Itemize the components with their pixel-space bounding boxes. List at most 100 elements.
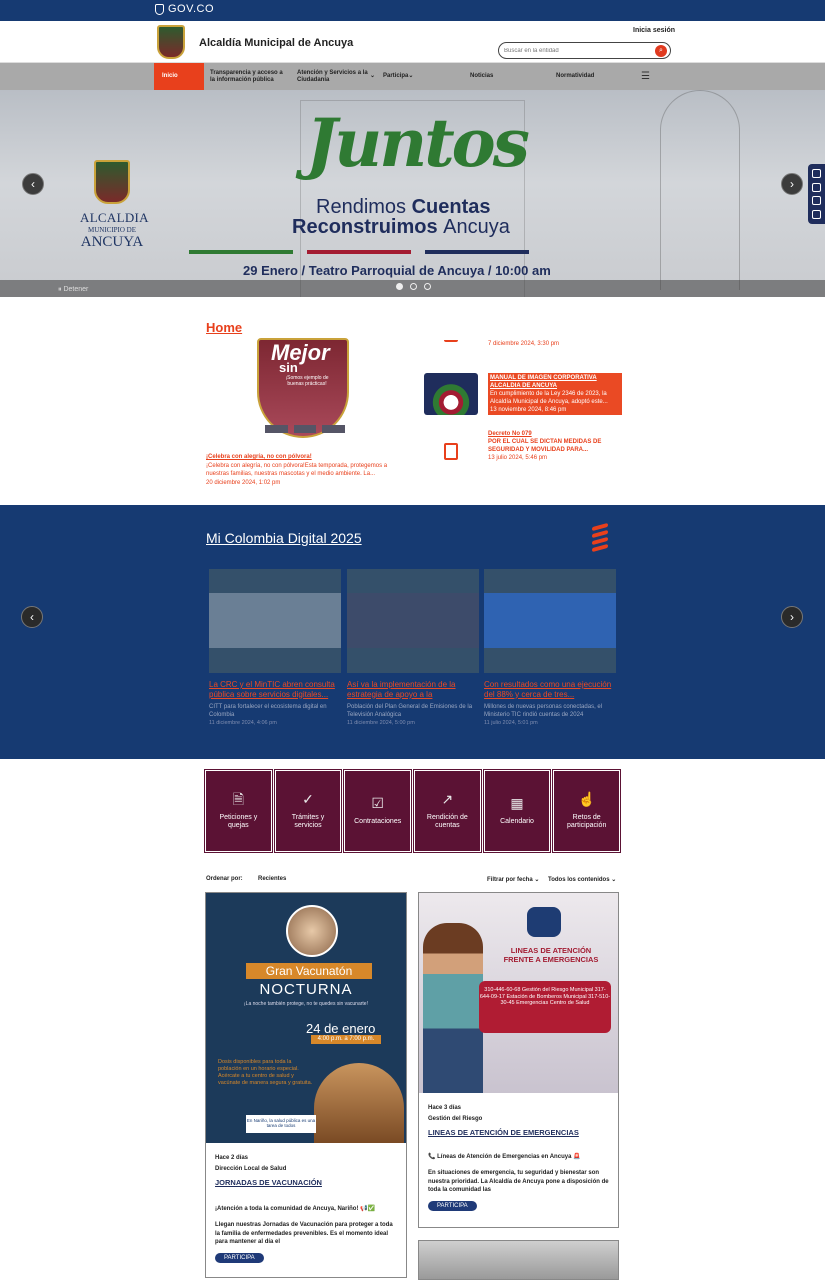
search-icon[interactable]: ⌕ [655,45,667,57]
carousel-dot-3[interactable] [424,283,431,290]
tile-retos[interactable]: ☝ Retos de participación [552,769,622,853]
chevron-down-icon: ⌄ [534,877,540,883]
chart-icon: ↗ [441,791,454,808]
hero-event-info: 29 Enero / Teatro Parroquial de Ancuya /… [243,263,551,278]
tile-contrataciones[interactable]: ☑ Contrataciones [343,769,413,853]
mcd-card-title[interactable]: La CRC y el MinTIC abren consulta públic… [209,680,341,700]
nav-item-label: Atención y Servicios a la Ciudadanía [297,69,368,83]
date-filter-select[interactable]: Filtrar por fecha ⌄ [487,876,539,883]
nav-item-label: Transparencia y acceso a la información … [210,69,283,83]
poster-banner: Gran Vacunatón [246,963,372,979]
mcd-card-date: 11 diciembre 2024, 5:00 pm [347,720,415,726]
featured-news-title[interactable]: ¡Celebra con alegría, no con pólvora! [206,454,312,460]
site-title[interactable]: Alcaldía Municipal de Ancuya [199,37,353,49]
sign-language-icon[interactable] [812,209,821,219]
hero-line-2a: Reconstruimos [292,216,444,238]
carousel-dot-1[interactable] [396,283,403,290]
participa-button[interactable]: PARTICIPA [215,1253,264,1264]
nav-item-label: Noticias [470,73,494,80]
hero-line-2: Reconstruimos Ancuya [292,216,510,239]
service-tiles: 🗎 Peticiones y quejas ✓ Trámites y servici… [204,769,622,853]
post-image: Gran Vacunatón NOCTURNA ¡La noche tambié… [206,893,406,1143]
mcd-card-title[interactable]: Con resultados como una ejecución del 88… [484,680,616,700]
post-title[interactable]: LINEAS DE ATENCIÓN DE EMERGENCIAS [428,1128,609,1137]
sort-select[interactable]: Recientes [258,876,286,882]
mcd-title[interactable]: Mi Colombia Digital 2025 [206,530,362,546]
tile-peticiones[interactable]: 🗎 Peticiones y quejas [204,769,273,853]
nav-item-noticias[interactable]: Noticias [470,63,510,90]
hero-ancuya-label: ANCUYA [80,234,144,250]
contrast-icon[interactable] [812,169,821,179]
home-heading[interactable]: Home [206,320,242,335]
hero-line-2b: Ancuya [443,216,510,238]
reader-icon[interactable] [812,196,821,206]
search-input[interactable] [504,45,644,56]
font-size-icon[interactable] [812,182,821,192]
post-age: Hace 2 días [215,1155,249,1161]
chevron-down-icon: ⌄ [611,877,617,883]
participa-button[interactable]: PARTICIPA [428,1201,477,1212]
news-item-title: MANUAL DE IMAGEN CORPORATIVA ALCALDIA DE… [490,375,597,390]
search-box: ⌕ [498,42,671,59]
crest-icon [94,160,130,204]
mcd-card[interactable]: La CRC y el MinTIC abren consulta públic… [209,569,341,726]
sponsor-logo [322,425,346,433]
featured-news-date: 20 diciembre 2024, 1:02 pm [206,480,281,486]
news-item[interactable]: MANUAL DE IMAGEN CORPORATIVA ALCALDIA DE… [422,373,622,417]
filter-bar: Ordenar por: Recientes Filtrar por fecha… [206,876,621,888]
mcd-next-arrow-icon[interactable]: › [781,606,803,628]
nav-item-normatividad[interactable]: Normatividad [556,63,606,90]
sort-label: Ordenar por: [206,876,243,882]
municipal-crest-logo[interactable] [157,25,185,59]
mcd-card-desc: Población del Plan General de Emisiones … [347,704,473,719]
hero-juntos-text: Juntos [306,104,530,182]
content-filter-select[interactable]: Todos los contenidos ⌄ [548,876,616,883]
check-icon: ✓ [302,791,314,808]
hero-juntos-title: Juntos [306,104,530,182]
nav-item-participa[interactable]: Participa ⌄ [383,63,433,90]
carousel-dot-2[interactable] [410,283,417,290]
news-item-title: Decreto No 079 [488,431,532,437]
gov-bar: GOV.CO [0,0,825,21]
pdf-document-icon [444,443,458,460]
post-card[interactable]: Gran Vacunatón NOCTURNA ¡La noche tambié… [205,892,407,1278]
mcd-card[interactable]: Con resultados como una ejecución del 88… [484,569,616,726]
featured-news-desc: ¡Celebra con alegría, no con pólvora!Est… [206,463,388,478]
poster-hours: 4:00 p.m. a 7:00 p.m. [311,1035,381,1044]
post-card[interactable] [418,1240,619,1280]
hero-next-arrow-icon[interactable]: › [781,173,803,195]
login-link[interactable]: Inicia sesión [633,27,675,34]
news-item[interactable]: Decreto No 079 POR EL CUAL SE DICTAN MED… [422,430,622,466]
news-thumbnail [424,373,478,415]
hero-carousel: ALCALDIA MUNICIPIO DE ANCUYA Juntos Rend… [0,90,825,297]
tile-calendario[interactable]: ▦ Calendario [482,769,552,853]
post-desc-1: ¡Atención a toda la comunidad de Ancuya,… [215,1205,376,1212]
mcd-card-desc: CITT para fortalecer el ecosistema digit… [209,704,327,719]
mcd-card[interactable]: Así va la implementación de la estrategi… [347,569,479,726]
hero-line-1a: Rendimos [316,196,412,218]
carousel-pause-button[interactable]: ⏸ Detener [58,286,88,294]
featured-news-image[interactable]: Mejor sin ¡Somos ejemplo de buenas práct… [257,338,349,438]
tile-rendicion[interactable]: ↗ Rendición de cuentas [413,769,482,853]
mcd-prev-arrow-icon[interactable]: ‹ [21,606,43,628]
news-item[interactable]: 7 diciembre 2024, 3:30 pm [422,340,622,354]
news-item-desc: En cumplimiento de la Ley 2346 de 2023, … [490,391,608,406]
hamburger-menu-icon[interactable]: ☰ [641,71,650,82]
content-filter-label: Todos los contenidos [548,877,610,883]
nav-item-inicio[interactable]: Inicio [154,63,204,90]
hero-prev-arrow-icon[interactable]: ‹ [22,173,44,195]
nav-item-transparencia[interactable]: Transparencia y acceso a la información … [210,63,288,90]
tile-label: Peticiones y quejas [219,814,258,830]
chevron-down-icon: ⌄ [408,73,414,80]
gov-logo[interactable]: GOV.CO [155,3,214,15]
post-card[interactable]: LINEAS DE ATENCIÓN FRENTE A EMERGENCIAS … [418,892,619,1228]
tile-tramites[interactable]: ✓ Trámites y servicios [273,769,343,853]
mcd-card-title[interactable]: Así va la implementación de la estrategi… [347,680,479,700]
mcd-card-image [209,569,341,673]
hero-line-1b: Cuentas [411,196,491,218]
nav-item-atencion[interactable]: Atención y Servicios a la Ciudadanía ⌄ [297,63,375,90]
post-title[interactable]: JORNADAS DE VACUNACIÓN [215,1178,397,1187]
nav-item-label: Inicio [162,73,178,80]
hero-alcaldia-logo: ALCALDIA MUNICIPIO DE ANCUYA [80,160,149,251]
mcd-card-photo [209,593,341,648]
